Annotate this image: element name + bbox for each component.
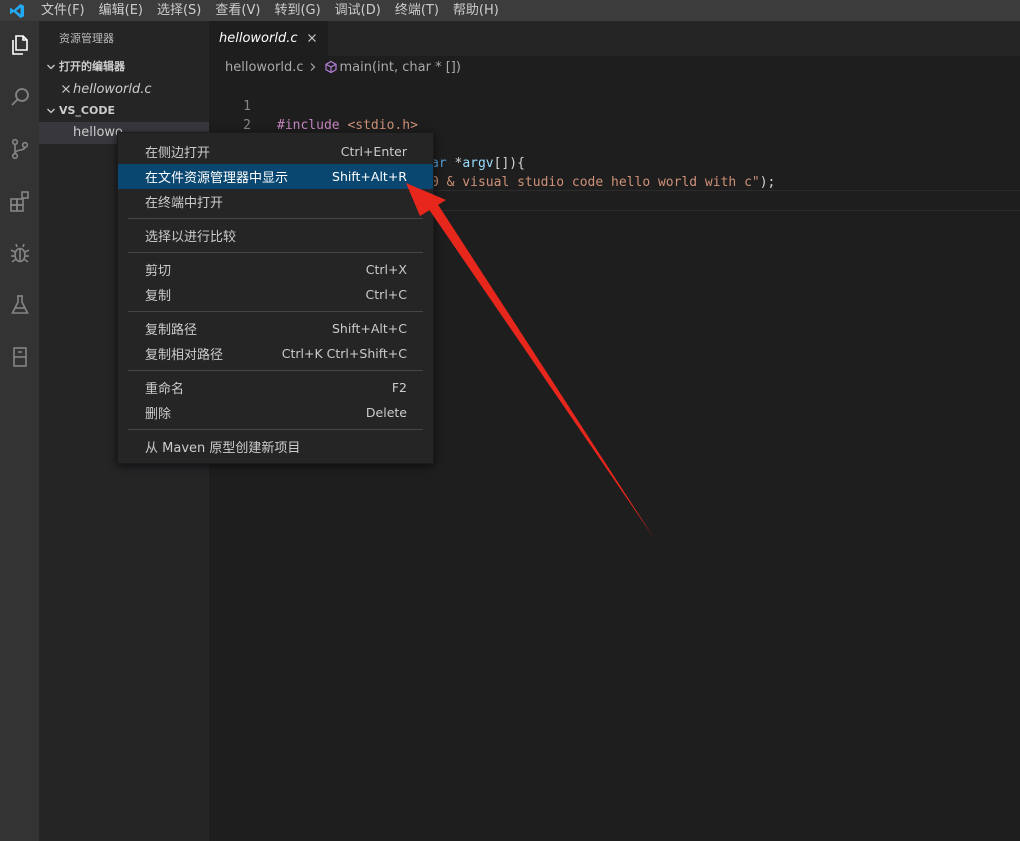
menu-bar: 文件(F) 编辑(E) 选择(S) 查看(V) 转到(G) 调试(D) 终端(T… [0, 0, 1020, 21]
menu-item-select-for-compare[interactable]: 选择以进行比较 [118, 223, 433, 248]
menu-item-shortcut: Ctrl+C [365, 287, 407, 302]
menu-item-shortcut: Delete [365, 405, 407, 420]
menu-item-shortcut: Ctrl+X [365, 262, 407, 277]
menu-item-shortcut: Shift+Alt+C [331, 321, 407, 336]
menu-view[interactable]: 查看(V) [208, 0, 267, 21]
menu-terminal[interactable]: 终端(T) [388, 0, 446, 21]
menu-file[interactable]: 文件(F) [34, 0, 92, 21]
tab-helloworld[interactable]: helloworld.c [209, 21, 328, 56]
chevron-right-icon [304, 62, 322, 72]
menu-item-label: 选择以进行比较 [145, 230, 237, 245]
chevron-down-icon [43, 56, 59, 78]
code-plain-fragment: ); [759, 175, 776, 190]
symbol-method-icon [322, 60, 340, 74]
close-icon[interactable] [59, 84, 73, 94]
code-line: 2 [209, 97, 1020, 133]
menu-help[interactable]: 帮助(H) [446, 0, 506, 21]
debug-icon[interactable] [3, 236, 37, 270]
menu-go[interactable]: 转到(G) [267, 0, 327, 21]
tab-bar: helloworld.c [209, 21, 1020, 56]
vscode-logo-icon [0, 0, 34, 21]
open-editors-label: 打开的编辑器 [59, 60, 125, 73]
close-icon[interactable] [305, 31, 319, 45]
menu-item-label: 从 Maven 原型创建新项目 [145, 441, 301, 456]
tab-label: helloworld.c [219, 31, 298, 46]
notebook-icon[interactable] [3, 340, 37, 374]
menu-separator [128, 218, 423, 219]
activity-bar [0, 21, 39, 841]
menu-item-label: 剪切 [145, 264, 172, 279]
source-control-icon[interactable] [3, 132, 37, 166]
menu-item-maven-new-project[interactable]: 从 Maven 原型创建新项目 [118, 434, 433, 459]
context-menu: 在侧边打开 Ctrl+Enter 在文件资源管理器中显示 Shift+Alt+R… [117, 132, 434, 464]
open-editor-item[interactable]: helloworld.c [39, 78, 209, 100]
sidebar-title: 资源管理器 [59, 32, 114, 45]
menu-item-shortcut: Shift+Alt+R [332, 169, 407, 184]
menu-item-label: 复制相对路径 [145, 348, 224, 363]
menu-item-copy[interactable]: 复制 Ctrl+C [118, 282, 433, 307]
files-icon[interactable] [3, 28, 37, 62]
menu-edit[interactable]: 编辑(E) [92, 0, 150, 21]
menu-item-shortcut: Ctrl+K Ctrl+Shift+C [281, 346, 407, 361]
breadcrumb: helloworld.c main(int, char * []) [209, 56, 1020, 78]
breadcrumb-file[interactable]: helloworld.c [225, 60, 304, 75]
menu-separator [128, 429, 423, 430]
code-string-fragment: 0 & visual studio code hello world with … [431, 175, 760, 190]
code-line: 1 #include <stdio.h> [209, 78, 1020, 133]
menu-item-label: 在文件资源管理器中显示 [145, 171, 289, 186]
folder-header[interactable]: VS_CODE [39, 100, 209, 122]
breadcrumb-symbol[interactable]: main(int, char * []) [340, 60, 461, 75]
extensions-icon[interactable] [3, 184, 37, 218]
menu-item-shortcut: Ctrl+Enter [340, 144, 407, 159]
menu-item-delete[interactable]: 删除 Delete [118, 400, 433, 425]
menu-item-reveal-in-explorer[interactable]: 在文件资源管理器中显示 Shift+Alt+R [118, 164, 433, 189]
open-editor-filename: helloworld.c [73, 81, 152, 97]
chevron-down-icon [43, 100, 59, 122]
menu-item-shortcut: F2 [391, 380, 407, 395]
menu-item-label: 复制路径 [145, 323, 198, 338]
menu-item-label: 在侧边打开 [145, 146, 211, 161]
menu-separator [128, 311, 423, 312]
menu-item-label: 复制 [145, 289, 172, 304]
menu-item-cut[interactable]: 剪切 Ctrl+X [118, 257, 433, 282]
menu-item-open-in-terminal[interactable]: 在终端中打开 [118, 189, 433, 214]
menu-selection[interactable]: 选择(S) [150, 0, 208, 21]
test-flask-icon[interactable] [3, 288, 37, 322]
menu-item-label: 在终端中打开 [145, 196, 224, 211]
menu-item-open-to-side[interactable]: 在侧边打开 Ctrl+Enter [118, 139, 433, 164]
menu-item-rename[interactable]: 重命名 F2 [118, 375, 433, 400]
menu-item-copy-path[interactable]: 复制路径 Shift+Alt+C [118, 316, 433, 341]
folder-label: VS_CODE [59, 104, 116, 117]
menu-item-copy-relative-path[interactable]: 复制相对路径 Ctrl+K Ctrl+Shift+C [118, 341, 433, 366]
menu-item-label: 重命名 [145, 382, 185, 397]
open-editors-header[interactable]: 打开的编辑器 [39, 56, 209, 78]
menu-item-label: 删除 [145, 407, 172, 422]
menu-separator [128, 370, 423, 371]
menu-separator [128, 252, 423, 253]
menu-debug[interactable]: 调试(D) [328, 0, 388, 21]
search-icon[interactable] [3, 80, 37, 114]
